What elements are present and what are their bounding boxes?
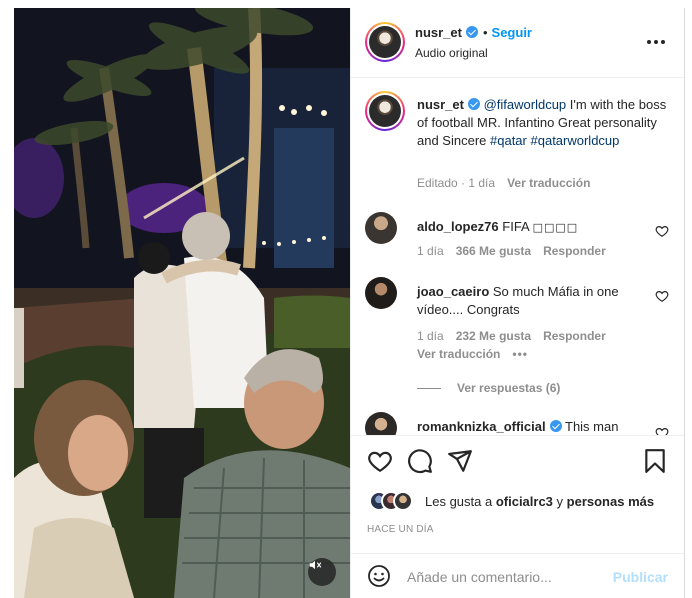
publish-button[interactable]: Publicar (613, 569, 668, 585)
comment-text: This man (565, 419, 619, 434)
separator-dot: • (482, 25, 488, 40)
commenter-username[interactable]: romanknizka_official (417, 419, 546, 434)
verified-badge-icon (465, 26, 478, 38)
view-replies-button[interactable]: Ver respuestas (6) (417, 381, 560, 395)
comment-text: FIFA (502, 219, 533, 234)
likes-text: Les gusta a oficialrc3 y personas más (425, 494, 654, 509)
commenter-avatar[interactable] (365, 277, 397, 309)
caption-text: nusr_et @fifaworldcup I'm with the boss … (417, 96, 667, 150)
post-details-panel: nusr_et • Seguir Audio original nusr_et @f… (350, 8, 685, 598)
emoji-icon[interactable] (367, 564, 391, 588)
comments-section[interactable]: nusr_et @fifaworldcup I'm with the boss … (351, 79, 684, 435)
post-timestamp[interactable]: Hace un día (367, 524, 434, 535)
author-username[interactable]: nusr_et (415, 25, 462, 40)
likes-prefix: Les gusta a (425, 494, 496, 509)
comment-meta: 1 día 232 Me gusta Responder (417, 329, 606, 343)
liker-avatar (393, 491, 413, 511)
commenter-username[interactable]: joao_caeiro (417, 284, 489, 299)
mute-icon (309, 560, 322, 570)
comment-emoji-glyphs: □□□□ (532, 221, 579, 234)
comment-likes[interactable]: 232 Me gusta (456, 329, 531, 343)
caption-mention[interactable]: @fifaworldcup (484, 97, 567, 112)
caption-meta: Editado · 1 día Ver traducción (417, 176, 590, 190)
comment-time[interactable]: 1 día (417, 244, 444, 258)
author-avatar[interactable] (365, 22, 405, 62)
commenter-username[interactable]: aldo_lopez76 (417, 219, 499, 234)
post-video[interactable] (14, 8, 350, 598)
add-comment-bar: Publicar (351, 553, 684, 598)
replies-divider (417, 388, 441, 390)
comment-reply-button[interactable]: Responder (543, 329, 606, 343)
comment-reply-button[interactable]: Responder (543, 244, 606, 258)
heart-icon[interactable] (367, 448, 393, 474)
comment-input[interactable] (407, 566, 607, 588)
caption-avatar[interactable] (365, 91, 405, 131)
comment-translate-link[interactable]: Ver traducción (417, 347, 500, 361)
audio-label[interactable]: Audio original (415, 46, 488, 60)
comment-likes[interactable]: 366 Me gusta (456, 244, 531, 258)
heart-icon[interactable] (655, 224, 669, 238)
view-replies-label: Ver respuestas (6) (457, 381, 561, 395)
caption-hashtag-qatar[interactable]: #qatar (490, 133, 527, 148)
heart-icon[interactable] (655, 289, 669, 303)
commenter-avatar[interactable] (365, 212, 397, 244)
comment-meta: 1 día 366 Me gusta Responder (417, 244, 606, 258)
heart-icon[interactable] (655, 426, 669, 435)
verified-badge-icon (467, 98, 480, 110)
share-icon[interactable] (447, 448, 473, 474)
likes-others[interactable]: personas más (567, 494, 654, 509)
verified-badge-icon (549, 420, 562, 432)
comment-time[interactable]: 1 día (417, 329, 444, 343)
video-frame (14, 8, 350, 598)
caption-hashtag-qatarworldcup[interactable]: #qatarworldcup (531, 133, 620, 148)
likes-user[interactable]: oficialrc3 (496, 494, 553, 509)
comment-meta-secondary: Ver traducción ••• (417, 347, 528, 361)
commenter-avatar[interactable] (365, 412, 397, 435)
comment-more-icon[interactable]: ••• (512, 347, 528, 361)
follow-button[interactable]: Seguir (492, 25, 532, 40)
more-options-icon[interactable] (646, 32, 666, 52)
post-header: nusr_et • Seguir Audio original (351, 8, 684, 78)
caption-translate-link[interactable]: Ver traducción (507, 176, 590, 190)
caption-edited: Editado · 1 día (417, 176, 496, 190)
caption-username[interactable]: nusr_et (417, 97, 464, 112)
bookmark-icon[interactable] (642, 448, 668, 474)
post-actions: Les gusta a oficialrc3 y personas más Ha… (351, 435, 684, 553)
comment-icon[interactable] (407, 448, 433, 474)
likes-middle: y (552, 494, 567, 509)
mute-button[interactable] (308, 558, 336, 586)
